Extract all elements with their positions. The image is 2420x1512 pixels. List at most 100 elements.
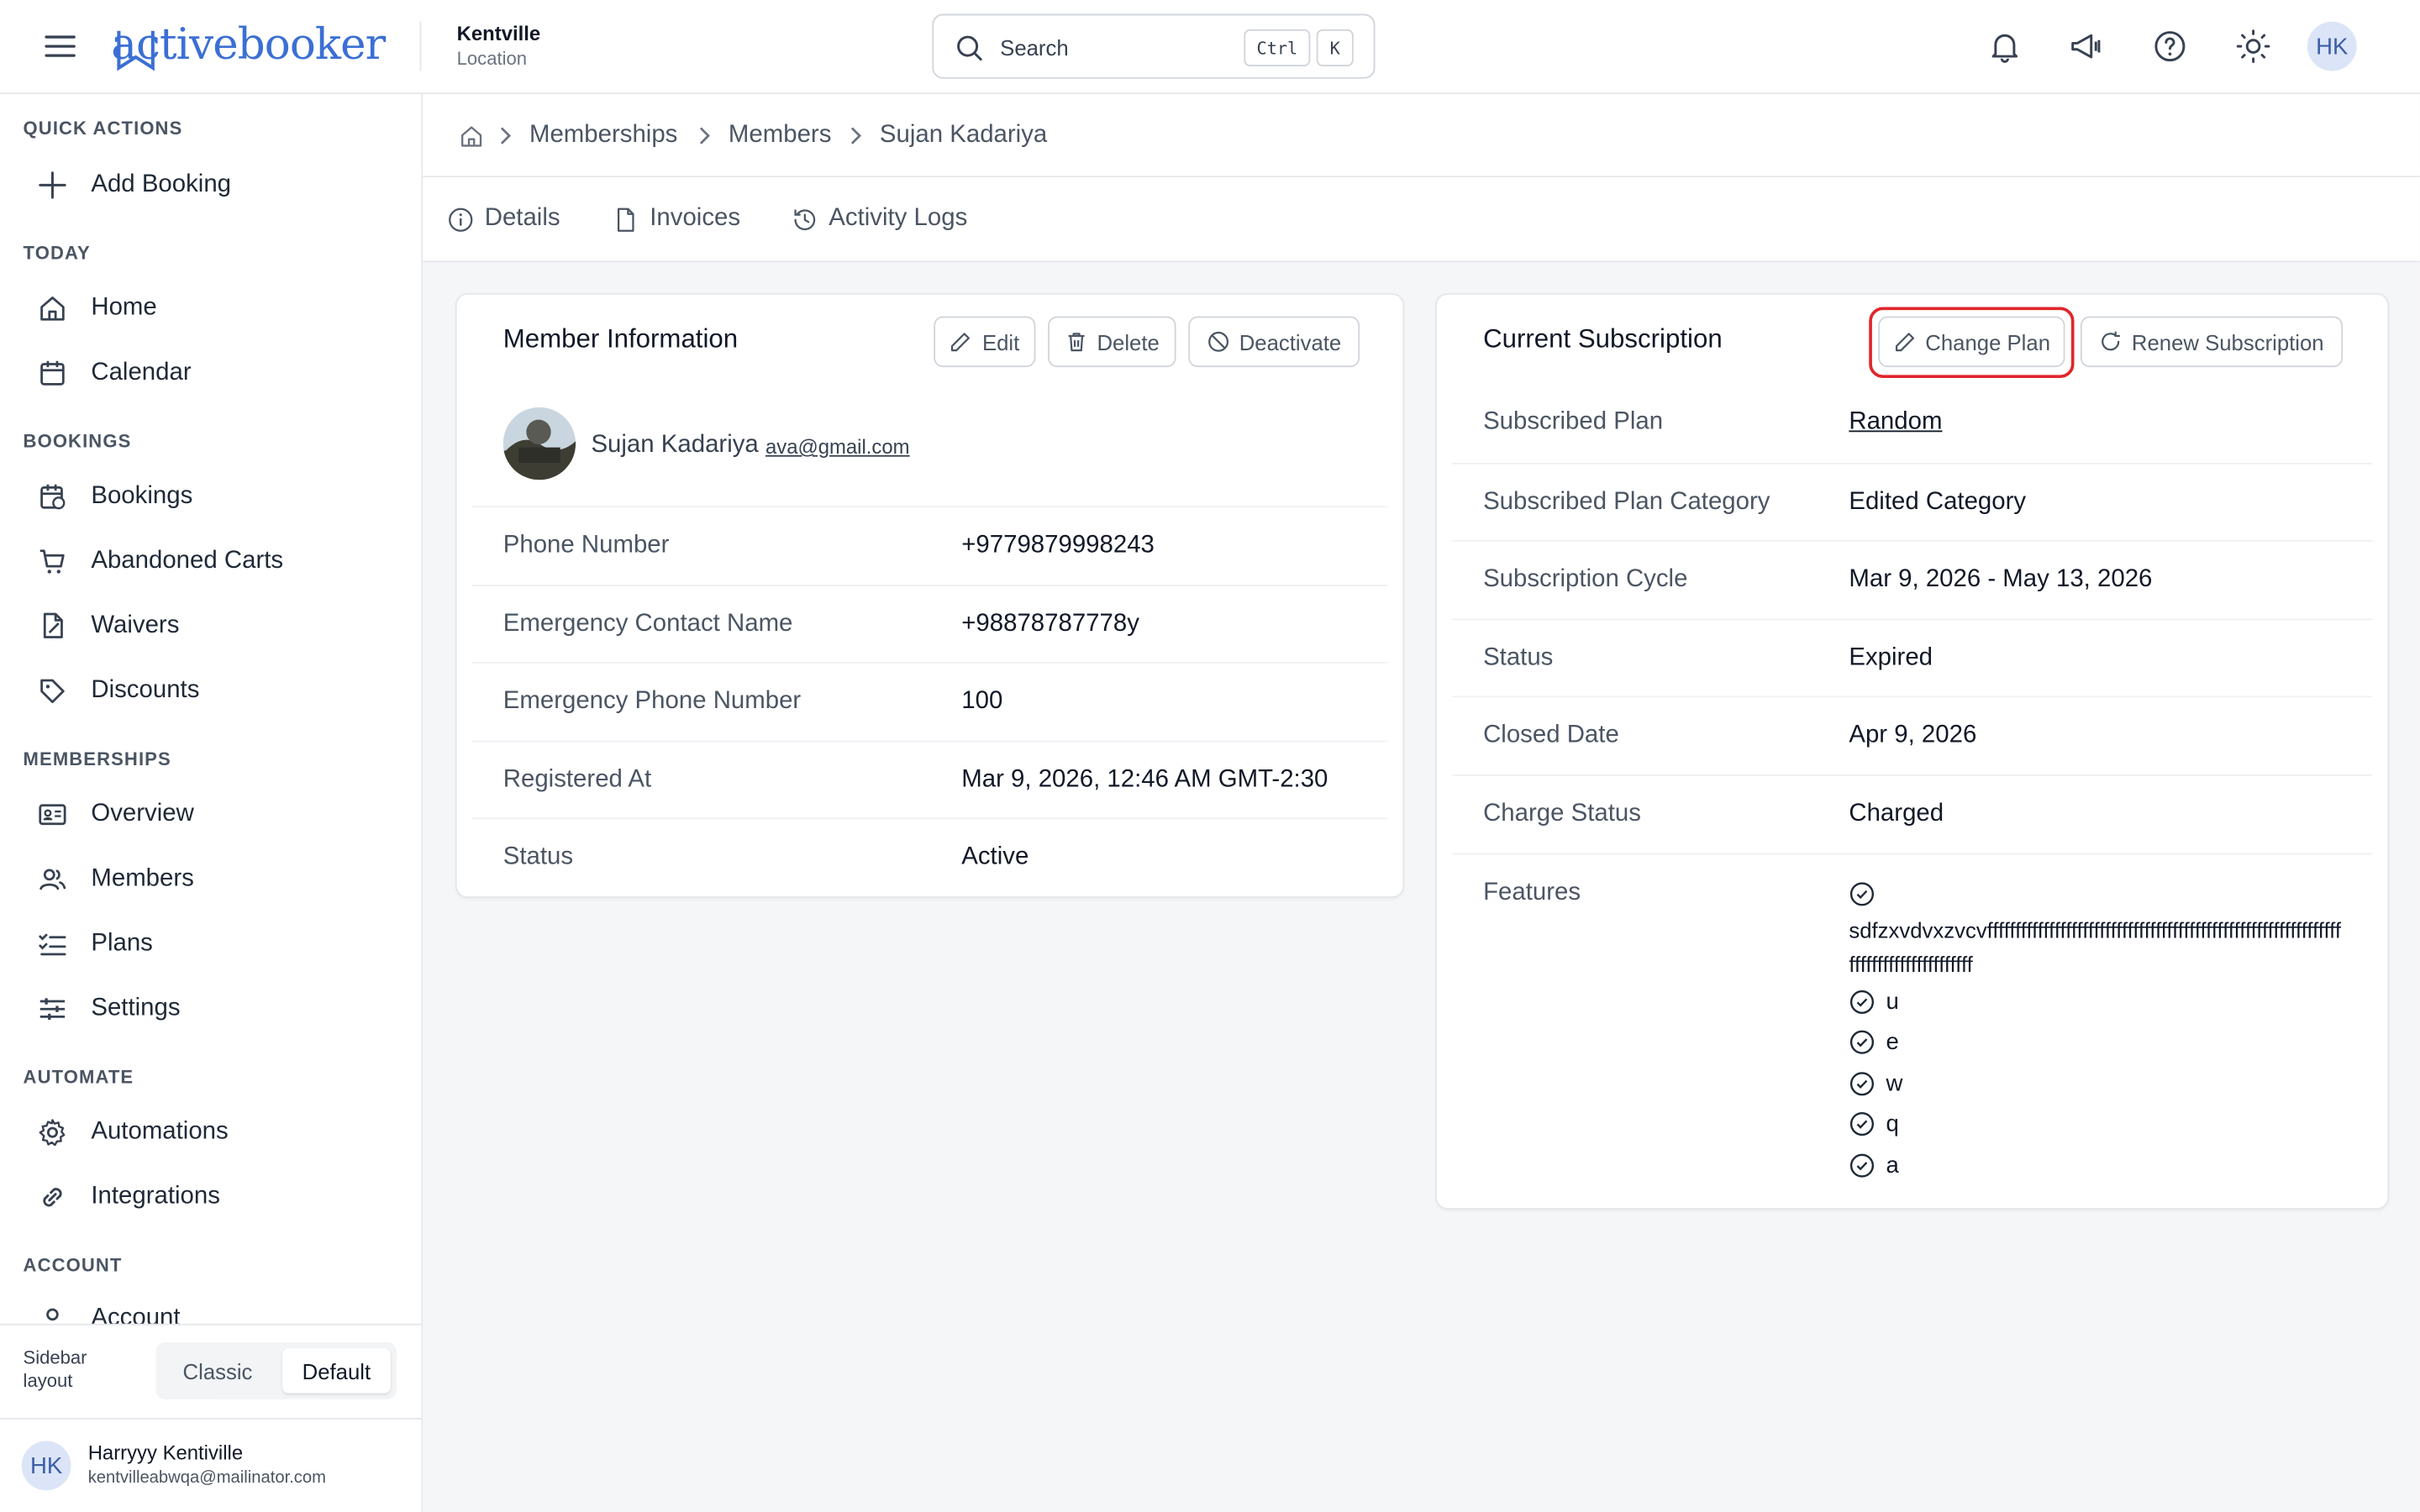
renew-subscription-button[interactable]: Renew Subscription <box>2080 316 2344 368</box>
sidebar-layout-label-line2: layout <box>23 1369 73 1392</box>
deactivate-button[interactable]: Deactivate <box>1188 316 1360 368</box>
button-label: Deactivate <box>1239 329 1342 354</box>
feature-label: w <box>1886 1070 1903 1097</box>
info-row-registered-at: Registered At Mar 9, 2026, 12:46 AM GMT-… <box>472 740 1388 820</box>
breadcrumb-current: Sujan Kadariya <box>879 122 1048 149</box>
megaphone-icon[interactable] <box>2068 28 2105 65</box>
help-icon[interactable] <box>2151 28 2188 65</box>
subscribed-plan-link[interactable]: Random <box>1849 409 1942 437</box>
id-card-icon <box>39 804 66 826</box>
sidebar-item-label: Discounts <box>91 677 200 704</box>
member-email-link[interactable]: ava@gmail.com <box>765 435 910 459</box>
check-circle-icon <box>1849 1111 1875 1137</box>
sidebar-item-abandoned-carts[interactable]: Abandoned Carts <box>37 540 283 583</box>
edit-button[interactable]: Edit <box>934 316 1036 368</box>
breadcrumb-members[interactable]: Members <box>729 122 831 150</box>
row-value: Edited Category <box>1849 489 2027 516</box>
current-subscription-card: Current Subscription Change Plan Renew S… <box>1435 292 2390 1210</box>
section-automate: AUTOMATE <box>23 1066 134 1088</box>
feature-label: e <box>1886 1029 1899 1056</box>
chevron-right-icon <box>699 127 710 144</box>
sidebar-item-waivers[interactable]: Waivers <box>37 605 179 648</box>
home-icon[interactable] <box>458 123 484 150</box>
brand-logo[interactable]: activebooker <box>111 18 386 70</box>
file-icon <box>617 207 634 231</box>
tab-label: Activity Logs <box>829 205 968 232</box>
list-checks-icon <box>39 933 66 956</box>
row-value: Mar 9, 2026, 12:46 AM GMT-2:30 <box>961 766 1328 794</box>
row-label: Emergency Phone Number <box>502 688 802 715</box>
chevron-right-icon <box>850 127 861 144</box>
sidebar-item-label: Members <box>91 865 194 892</box>
sub-row-plan: Subscribed Plan Random <box>1452 384 2372 463</box>
feature-item: sdfzxvdvxzvcvfffffffffffffffffffffffffff… <box>1849 917 2341 977</box>
section-bookings: BOOKINGS <box>23 430 132 453</box>
sidebar-item-label: Overview <box>91 801 194 827</box>
sidebar-item-label: Calendar <box>91 359 192 386</box>
sidebar-item-plans[interactable]: Plans <box>37 922 153 965</box>
tab-activity-logs[interactable]: Activity Logs <box>792 202 967 236</box>
footer-divider <box>0 1417 422 1420</box>
location-label: Location <box>456 47 528 70</box>
row-value: Charged <box>1849 801 1944 827</box>
tab-invoices[interactable]: Invoices <box>613 202 740 236</box>
chevron-right-icon <box>500 127 512 144</box>
sidebar: QUICK ACTIONS Add Booking TODAY Home Cal… <box>0 94 424 1512</box>
sidebar-user-name[interactable]: Harryyy Kentiville <box>88 1441 243 1464</box>
sub-row-charge-status: Charge Status Charged <box>1452 774 2373 853</box>
sidebar-item-bookings[interactable]: Bookings <box>37 475 192 518</box>
bell-icon[interactable] <box>1986 28 2023 65</box>
tab-label: Details <box>484 205 560 232</box>
delete-button[interactable]: Delete <box>1048 316 1176 368</box>
sidebar-user-avatar[interactable]: HK <box>21 1441 71 1491</box>
row-label: Registered At <box>502 766 652 794</box>
sliders-icon <box>39 998 66 1021</box>
feature-item: u <box>1849 989 1899 1016</box>
row-label: Phone Number <box>502 532 670 559</box>
file-signature-icon <box>43 612 63 638</box>
check-circle-icon <box>1849 990 1875 1014</box>
sub-row-closed-date: Closed Date Apr 9, 2026 <box>1452 696 2373 774</box>
shortcut-ctrl-key: Ctrl <box>1244 29 1311 66</box>
calendar-icon <box>40 360 65 386</box>
section-quick-actions: QUICK ACTIONS <box>23 117 183 139</box>
layout-default-option[interactable]: Default <box>282 1348 391 1394</box>
sidebar-item-automations[interactable]: Automations <box>37 1110 229 1153</box>
breadcrumb-memberships[interactable]: Memberships <box>529 122 677 150</box>
menu-icon[interactable] <box>43 29 76 63</box>
check-circle-icon <box>1849 1030 1875 1054</box>
shortcut-k-key: K <box>1316 29 1354 66</box>
sun-icon[interactable] <box>2235 28 2272 65</box>
row-label: Status <box>502 843 574 870</box>
sub-row-category: Subscribed Plan Category Edited Category <box>1452 463 2373 542</box>
row-label: Closed Date <box>1483 722 1619 748</box>
feature-item: q <box>1849 1110 1899 1137</box>
sidebar-item-discounts[interactable]: Discounts <box>37 669 199 712</box>
sidebar-item-home[interactable]: Home <box>37 287 157 330</box>
user-avatar[interactable]: HK <box>2307 21 2357 71</box>
pencil-icon <box>1895 333 1914 352</box>
sidebar-item-label: Integrations <box>91 1183 220 1210</box>
sidebar-item-label: Automations <box>91 1118 229 1145</box>
sidebar-item-overview[interactable]: Overview <box>37 793 194 836</box>
sidebar-footer: Sidebar layout Classic Default HK Harryy… <box>0 1323 422 1512</box>
sidebar-item-add-booking[interactable]: Add Booking <box>37 164 231 207</box>
sidebar-item-calendar[interactable]: Calendar <box>37 352 192 395</box>
sidebar-item-integrations[interactable]: Integrations <box>37 1176 220 1219</box>
change-plan-button[interactable]: Change Plan <box>1878 316 2065 368</box>
row-value: +98878787778y <box>961 611 1139 638</box>
location-selector[interactable]: Kentville Location <box>457 22 541 70</box>
row-value: Mar 9, 2026 - May 13, 2026 <box>1849 566 2153 593</box>
tab-details[interactable]: Details <box>448 202 560 236</box>
check-circle-icon <box>1849 1153 1875 1178</box>
layout-classic-option[interactable]: Classic <box>162 1348 273 1393</box>
member-information-card: Member Information Edit Delete Deactivat… <box>455 292 1405 898</box>
card-title: Member Information <box>502 323 739 354</box>
breadcrumb: Memberships Members Sujan Kadariya <box>423 94 2420 178</box>
row-label: Subscribed Plan Category <box>1483 489 1770 516</box>
search-box[interactable]: Search Ctrl K <box>932 13 1376 79</box>
plus-icon <box>39 171 66 199</box>
sidebar-item-label: Waivers <box>91 612 180 639</box>
sidebar-item-members[interactable]: Members <box>37 858 194 900</box>
sidebar-item-settings[interactable]: Settings <box>37 987 181 1030</box>
